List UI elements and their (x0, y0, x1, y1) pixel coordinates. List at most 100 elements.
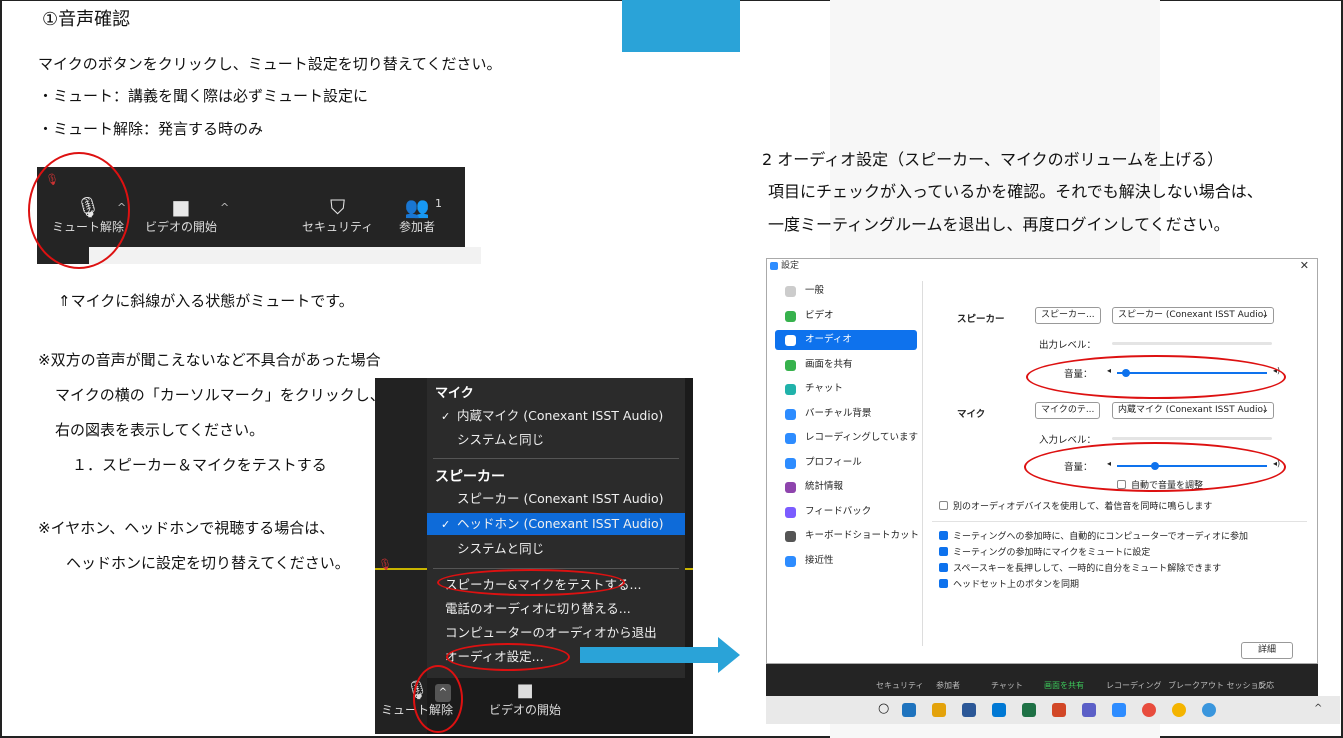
toolbar-item[interactable]: セキュリティ (876, 680, 924, 691)
sidebar-item[interactable]: キーボードショートカット (775, 526, 920, 546)
sidebar-item-icon (785, 555, 796, 567)
chevron-up-icon[interactable]: ^ (1314, 703, 1322, 714)
highlight-ellipse (1024, 442, 1286, 492)
instruction-line: 項目にチェックが入っているかを確認。それでも解決しない場合は、 (768, 182, 1263, 201)
toolbar-item[interactable]: レコーディング (1106, 680, 1161, 691)
sidebar-item-icon (785, 384, 796, 395)
menu-item[interactable]: コンピューターのオーディオから退出 (427, 622, 685, 644)
highlight-circle (413, 665, 463, 733)
separate-device-checkbox[interactable] (939, 501, 948, 510)
checkbox-label: スペースキーを長押しして、一時的に自分をミュート解除できます (953, 564, 1222, 574)
sidebar-item[interactable]: バーチャル背景 (775, 404, 917, 424)
sidebar-item[interactable]: ビデオ (775, 306, 917, 326)
sidebar-item[interactable]: チャット (775, 379, 917, 399)
sidebar-item-label: ビデオ (805, 309, 834, 321)
option-checkbox[interactable] (939, 579, 948, 588)
people-icon: 👥 (404, 195, 430, 219)
start-video-button[interactable]: ■ ビデオの開始 (480, 680, 570, 718)
sidebar-item[interactable]: レコーディングしています (775, 428, 919, 448)
note-line: 右の図表を表示してください。 (55, 421, 265, 439)
shield-icon: ⛉ (330, 195, 346, 219)
sidebar-item[interactable]: オーディオ (775, 330, 917, 350)
close-icon[interactable]: ✕ (1300, 259, 1309, 272)
sidebar-item-label: チャット (805, 383, 843, 394)
sidebar-item-label: プロフィール (805, 456, 862, 468)
audio-menu: マイク ✓ 内蔵マイク (Conexant ISST Audio) システムと同… (427, 378, 685, 678)
highlight-circle (28, 152, 130, 269)
arrow (580, 647, 720, 663)
sidebar-item-label: レコーディングしています (805, 432, 919, 443)
toolbar-item[interactable]: 参加者 (936, 680, 960, 691)
instruction-line: ・ミュート：講義を聞く際は必ずミュート設定に (38, 87, 369, 105)
accent-tab (622, 0, 740, 52)
speaker-header: スピーカー (435, 469, 505, 485)
menu-item[interactable]: システムと同じ (427, 538, 685, 560)
zoom-icon[interactable] (1112, 703, 1126, 717)
sidebar-item-label: バーチャル背景 (805, 407, 872, 419)
menu-item-selected[interactable]: ヘッドホン (Conexant ISST Audio) (427, 513, 685, 535)
sidebar-item[interactable]: フィードバック (775, 502, 917, 522)
menu-item[interactable]: システムと同じ (427, 429, 685, 451)
section-title: 2 オーディオ設定（スピーカー、マイクのボリュームを上げる） (762, 150, 1224, 169)
participant-count: 1 (435, 197, 442, 210)
sidebar-item-icon (785, 531, 796, 542)
search-icon[interactable]: ○ (878, 701, 889, 716)
mic-select[interactable]: 内蔵マイク (Conexant ISST Audio) ⌄ (1112, 402, 1274, 419)
app-icon[interactable] (1142, 703, 1156, 717)
sidebar-item-label: 一般 (805, 285, 825, 296)
taskbar: ○ ^ (766, 696, 1340, 724)
outlook-icon[interactable] (992, 703, 1006, 717)
chevron-down-icon: ⌄ (1261, 405, 1269, 415)
sidebar-item[interactable]: 統計情報 (775, 477, 917, 497)
test-mic-button[interactable]: マイクのテ... (1035, 402, 1101, 419)
security-button[interactable]: ⛉ セキュリティ (302, 194, 373, 234)
checkbox-label: 別のオーディオデバイスを使用して、着信音を同時に鳴らします (953, 502, 1213, 512)
menu-item[interactable]: 電話のオーディオに切り替える... (427, 598, 685, 620)
powerpoint-icon[interactable] (1052, 703, 1066, 717)
chrome-icon[interactable] (1172, 703, 1186, 717)
video-off-icon: ■ (171, 195, 191, 219)
edge-icon[interactable] (1202, 703, 1216, 717)
toolbar-item[interactable]: ブレークアウト セッション (1168, 680, 1267, 691)
chevron-up-icon[interactable]: ^ (220, 201, 229, 214)
sidebar-item-label: キーボードショートカット (805, 530, 920, 541)
edge-icon[interactable] (902, 703, 916, 717)
sidebar-item-label: 接近性 (805, 554, 834, 566)
mic-label: マイク (957, 409, 986, 420)
menu-item[interactable]: スピーカー (Conexant ISST Audio) (427, 488, 685, 510)
speaker-label: スピーカー (957, 314, 1005, 325)
word-icon[interactable] (962, 703, 976, 717)
option-checkbox[interactable] (939, 531, 948, 540)
teams-icon[interactable] (1082, 703, 1096, 717)
sidebar-item-icon (785, 433, 796, 444)
toolbar-item[interactable]: 画面を共有 (1044, 680, 1084, 691)
excel-icon[interactable] (1022, 703, 1036, 717)
sidebar-item[interactable]: 一般 (775, 281, 917, 301)
divider (433, 458, 679, 459)
sidebar-item-label: 統計情報 (805, 481, 844, 492)
zoom-icon (770, 262, 778, 270)
sidebar-item-icon (785, 408, 796, 420)
folder-icon[interactable] (932, 703, 946, 717)
highlight-ellipse (437, 569, 625, 596)
participants-button[interactable]: 👥 参加者 (399, 194, 435, 234)
toolbar-item[interactable]: チャット (991, 680, 1023, 691)
sidebar-item[interactable]: プロフィール (775, 453, 917, 473)
option-checkbox[interactable] (939, 563, 948, 572)
start-video-button[interactable]: ■ ビデオの開始 (145, 194, 217, 234)
sidebar-item[interactable]: 接近性 (775, 551, 917, 571)
section-title: ①音声確認 (42, 9, 131, 30)
sidebar-item[interactable]: 画面を共有 (775, 355, 917, 375)
option-checkbox[interactable] (939, 547, 948, 556)
test-speaker-button[interactable]: スピーカー... (1035, 307, 1101, 324)
speaker-select[interactable]: スピーカー (Conexant ISST Audio) ⌄ (1112, 307, 1274, 324)
menu-item[interactable]: 内蔵マイク (Conexant ISST Audio) (427, 405, 685, 427)
sidebar-item-icon (785, 310, 796, 322)
note-line: １．スピーカー＆マイクをテストする (72, 456, 327, 474)
detail-button[interactable]: 詳細 (1241, 642, 1293, 659)
toolbar-item[interactable]: 反応 (1258, 680, 1274, 691)
note-line: ヘッドホンに設定を切り替えてください。 (66, 554, 350, 572)
caption: ⇑マイクに斜線が入る状態がミュートです。 (58, 292, 354, 310)
settings-sidebar: 一般ビデオオーディオ画面を共有チャットバーチャル背景レコーディングしています プロ… (775, 281, 920, 581)
video-strip (89, 247, 481, 264)
